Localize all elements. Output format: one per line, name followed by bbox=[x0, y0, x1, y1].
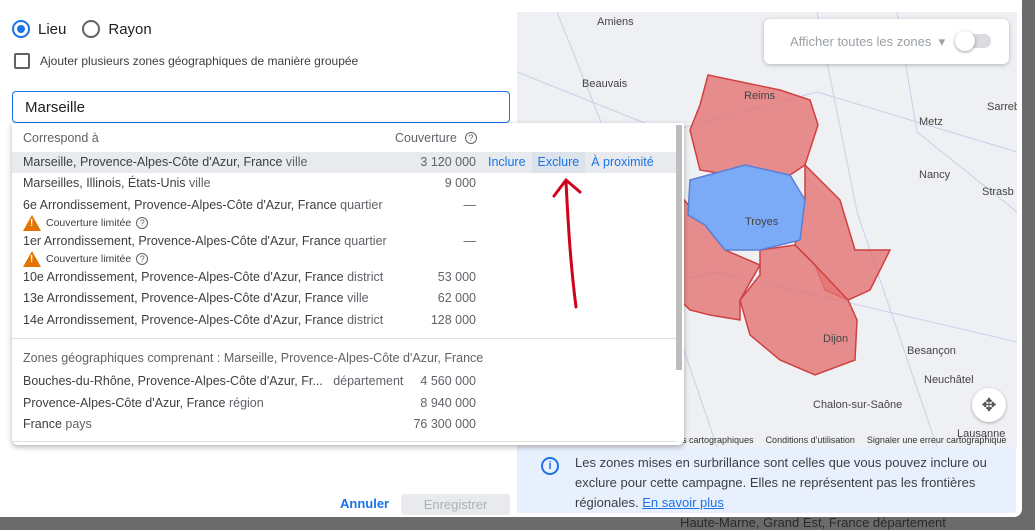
city-label: Dijon bbox=[823, 333, 848, 345]
parent-location-row[interactable]: France pays 76 300 000 bbox=[12, 414, 676, 435]
show-all-zones-control[interactable]: Afficher toutes les zones ▾ bbox=[764, 19, 1009, 64]
location-search-input[interactable] bbox=[12, 91, 510, 123]
parent-location-row[interactable]: Bouches-du-Rhône, Provence-Alpes-Côte d'… bbox=[12, 371, 676, 392]
city-label: Strasb bbox=[982, 186, 1014, 198]
warning-icon bbox=[23, 251, 41, 267]
save-button[interactable]: Enregistrer bbox=[401, 494, 510, 515]
result-name: 6e Arrondissement, Provence-Alpes-Côte d… bbox=[23, 198, 383, 212]
city-label: Reims bbox=[744, 90, 776, 102]
location-dialog: Lieu Rayon Ajouter plusieurs zones géogr… bbox=[0, 0, 1022, 517]
result-type: quartier bbox=[344, 234, 387, 248]
city-label: Neuchâtel bbox=[924, 374, 974, 386]
radio-rayon-label: Rayon bbox=[108, 20, 152, 38]
header-coverage: Couverture? bbox=[395, 131, 477, 145]
warning-icon bbox=[23, 215, 41, 231]
city-label: Nancy bbox=[919, 169, 951, 181]
result-name: 10e Arrondissement, Provence-Alpes-Côte … bbox=[23, 270, 384, 284]
info-text: Les zones mises en surbrillance sont cel… bbox=[575, 455, 987, 510]
info-icon: i bbox=[541, 457, 559, 475]
parents-section-title: Zones géographiques comprenant : Marseil… bbox=[23, 351, 484, 365]
result-coverage: — bbox=[463, 198, 477, 212]
limited-coverage-warning: Couverture limitée? bbox=[23, 251, 149, 267]
help-icon[interactable]: ? bbox=[464, 132, 477, 144]
result-name: France pays bbox=[23, 417, 92, 431]
result-coverage: 53 000 bbox=[437, 270, 476, 284]
city-label: Sarreb bbox=[987, 101, 1017, 113]
result-type: district bbox=[347, 313, 384, 327]
result-name: Bouches-du-Rhône, Provence-Alpes-Côte d'… bbox=[23, 374, 404, 388]
bulk-add-checkbox[interactable] bbox=[14, 53, 30, 69]
header-coverage-label: Couverture bbox=[395, 131, 457, 145]
limited-coverage-warning: Couverture limitée? bbox=[23, 215, 149, 231]
city-label: Besançon bbox=[907, 345, 956, 357]
radio-lieu[interactable]: Lieu bbox=[12, 20, 66, 38]
city-label: Troyes bbox=[745, 216, 779, 228]
city-label: Beauvais bbox=[582, 78, 628, 90]
info-banner: i Les zones mises en surbrillance sont c… bbox=[517, 447, 1016, 513]
dropdown-arrow-icon[interactable]: ▾ bbox=[939, 34, 946, 50]
map-attribution: es cartographiques Conditions d'utilisat… bbox=[677, 435, 1006, 445]
city-label: Amiens bbox=[597, 16, 634, 28]
radio-lieu-label: Lieu bbox=[38, 20, 67, 38]
result-type: quartier bbox=[340, 198, 383, 212]
result-coverage: 4 560 000 bbox=[420, 374, 476, 388]
result-name: 14e Arrondissement, Provence-Alpes-Côte … bbox=[23, 313, 384, 327]
result-coverage: 128 000 bbox=[430, 313, 476, 327]
result-coverage: 76 300 000 bbox=[413, 417, 476, 431]
result-type: district bbox=[347, 270, 384, 284]
result-type: ville bbox=[347, 291, 369, 305]
parent-location-row[interactable]: Provence-Alpes-Côte d'Azur, France régio… bbox=[12, 393, 676, 414]
header-match: Correspond à bbox=[23, 131, 99, 145]
cancel-button[interactable]: Annuler bbox=[340, 496, 389, 511]
result-type: ville bbox=[285, 155, 308, 169]
result-name: Marseille, Provence-Alpes-Côte d'Azur, F… bbox=[23, 155, 308, 169]
result-name: 1er Arrondissement, Provence-Alpes-Côte … bbox=[23, 234, 387, 248]
result-coverage: 62 000 bbox=[437, 291, 476, 305]
help-icon[interactable]: ? bbox=[136, 217, 149, 229]
result-type: pays bbox=[65, 417, 92, 431]
result-type: région bbox=[228, 396, 264, 410]
result-name: Provence-Alpes-Côte d'Azur, France régio… bbox=[23, 396, 264, 410]
show-all-zones-label[interactable]: Afficher toutes les zones bbox=[790, 34, 931, 49]
bulk-add-label: Ajouter plusieurs zones géographiques de… bbox=[40, 54, 359, 68]
warning-label: Couverture limitée bbox=[46, 217, 132, 229]
result-type: ville bbox=[189, 176, 211, 190]
background-text: Haute-Marne, Grand Est, France départeme… bbox=[680, 515, 946, 530]
result-name: 13e Arrondissement, Provence-Alpes-Côte … bbox=[23, 291, 369, 305]
warning-label: Couverture limitée bbox=[46, 253, 132, 265]
bulk-add-option[interactable]: Ajouter plusieurs zones géographiques de… bbox=[14, 53, 358, 69]
divider bbox=[12, 441, 676, 442]
result-name: Marseilles, Illinois, États-Unis ville bbox=[23, 176, 211, 190]
result-coverage: 8 940 000 bbox=[420, 396, 476, 410]
result-coverage: 3 120 000 bbox=[420, 155, 476, 169]
radio-rayon-circle[interactable] bbox=[82, 20, 101, 38]
scrollbar[interactable] bbox=[676, 125, 682, 370]
location-mode: Lieu Rayon bbox=[12, 20, 152, 38]
divider bbox=[12, 338, 676, 339]
report-error-link[interactable]: Signaler une erreur cartographique bbox=[867, 435, 1007, 445]
city-label: Metz bbox=[919, 116, 943, 128]
terms-link[interactable]: Conditions d'utilisation bbox=[766, 435, 855, 445]
map-data-link[interactable]: es cartographiques bbox=[677, 435, 754, 445]
result-coverage: 9 000 bbox=[444, 176, 476, 190]
result-type: département bbox=[333, 374, 404, 388]
radio-lieu-circle[interactable] bbox=[12, 20, 30, 38]
recenter-icon[interactable]: ✥ bbox=[972, 388, 1006, 422]
show-all-zones-toggle[interactable] bbox=[955, 31, 991, 51]
city-label: Chalon-sur-Saône bbox=[813, 399, 902, 411]
learn-more-link[interactable]: En savoir plus bbox=[642, 495, 724, 510]
help-icon[interactable]: ? bbox=[136, 253, 149, 265]
include-button[interactable]: Inclure bbox=[482, 152, 532, 173]
annotation-arrow bbox=[552, 177, 582, 309]
result-coverage: — bbox=[463, 234, 477, 248]
radio-rayon[interactable]: Rayon bbox=[82, 20, 152, 38]
